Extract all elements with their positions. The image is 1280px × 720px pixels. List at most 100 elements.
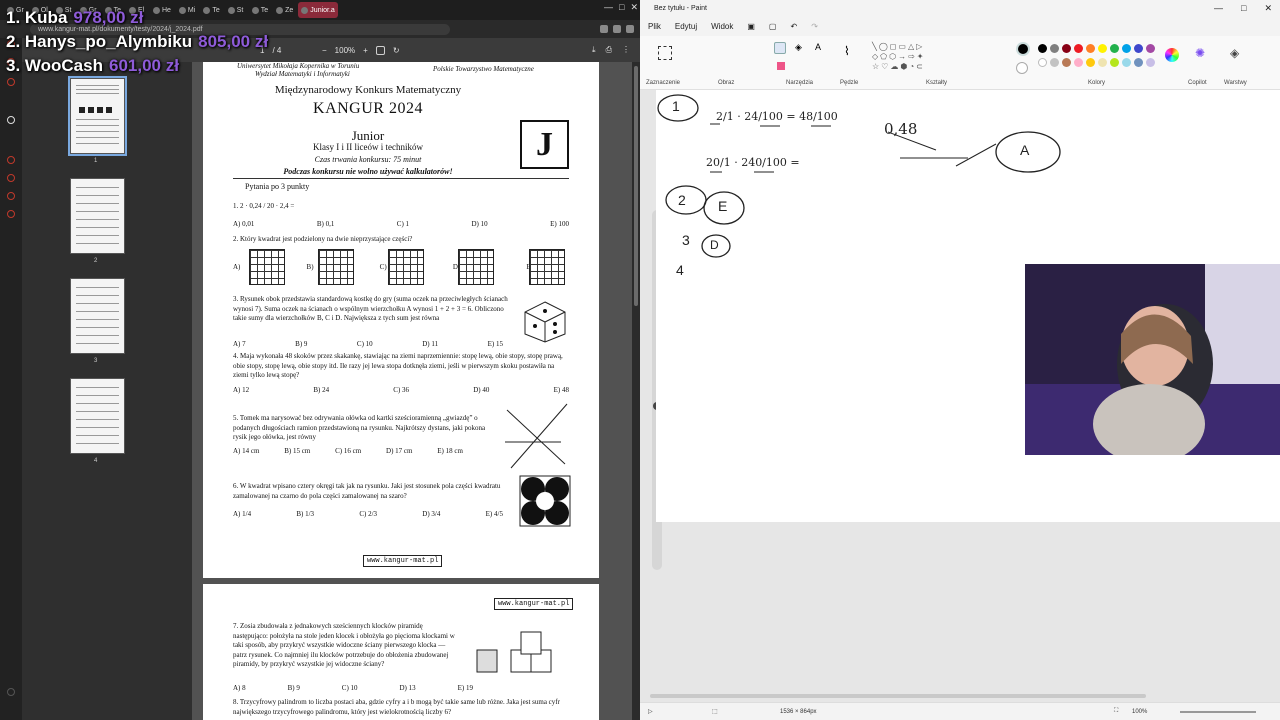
- answer-option: E) 4/5: [485, 510, 503, 518]
- palette-color-swatch[interactable]: [1122, 44, 1131, 53]
- menu-edit[interactable]: Edytuj: [675, 20, 697, 33]
- scroll-thumb[interactable]: [634, 66, 638, 306]
- group-label: Obraz: [718, 80, 735, 86]
- palette-color-swatch[interactable]: [1098, 44, 1107, 53]
- donor-name: 2. Hanys_po_Alymbiku: [6, 32, 193, 51]
- question-number: 4: [676, 262, 684, 278]
- close-button[interactable]: ✕: [1264, 3, 1272, 14]
- palette-color-swatch[interactable]: [1038, 44, 1047, 53]
- zoom-out-button[interactable]: −: [322, 46, 327, 55]
- secondary-color-swatch[interactable]: [1016, 62, 1028, 74]
- menu-view[interactable]: Widok: [711, 20, 733, 33]
- question-4: 4. Maja wykonała 48 skoków przez skakank…: [233, 352, 563, 379]
- fit-page-icon[interactable]: [375, 45, 385, 55]
- browser-tab[interactable]: Ze: [273, 2, 296, 18]
- palette-color-swatch[interactable]: [1110, 44, 1119, 53]
- profile-icon[interactable]: [626, 25, 634, 33]
- maximize-button[interactable]: □: [1241, 3, 1246, 14]
- edit-colors-icon[interactable]: [1165, 48, 1179, 62]
- zoom-in-button[interactable]: +: [363, 46, 368, 55]
- answers-7: A) 8 B) 9 C) 10 D) 13 E) 19: [233, 684, 473, 692]
- rail-icon[interactable]: [7, 192, 15, 200]
- selection-icon[interactable]: [658, 46, 672, 60]
- text-icon[interactable]: A: [815, 42, 821, 52]
- palette-color-swatch[interactable]: [1050, 58, 1059, 67]
- palette-color-swatch[interactable]: [1050, 44, 1059, 53]
- palette-color-swatch[interactable]: [1098, 58, 1107, 67]
- tab-favicon-icon: [301, 6, 309, 14]
- square-figure-c: [388, 249, 424, 285]
- maximize-button[interactable]: □: [619, 2, 624, 13]
- palette-color-swatch[interactable]: [1110, 58, 1119, 67]
- palette-color-swatch[interactable]: [1062, 58, 1071, 67]
- fit-window-icon[interactable]: ⛶: [1114, 708, 1118, 715]
- palette-color-swatch[interactable]: [1074, 58, 1083, 67]
- answer-option: C): [379, 263, 387, 271]
- shapes-gallery[interactable]: ╲◯◻▭△▷ ◇⬠⬡→⇨✦ ☆♡☁⬢◔⊂: [872, 42, 962, 74]
- pdf-scrollbar[interactable]: [632, 62, 640, 720]
- rail-icon[interactable]: [7, 210, 15, 218]
- menu-file[interactable]: Plik: [648, 20, 661, 33]
- thumbnail-label: 3: [94, 358, 98, 364]
- palette-color-swatch[interactable]: [1086, 44, 1095, 53]
- palette-color-swatch[interactable]: [1062, 44, 1071, 53]
- palette-color-swatch[interactable]: [1134, 44, 1143, 53]
- pdf-viewer[interactable]: Uniwersytet Mikołaja Kopernika w Toruniu…: [192, 62, 632, 720]
- thumbnail-page-3[interactable]: [70, 278, 125, 354]
- redo-icon[interactable]: ↷: [811, 22, 818, 31]
- image-tools[interactable]: [700, 44, 740, 72]
- rail-icon[interactable]: [7, 688, 15, 696]
- zoom-slider[interactable]: [1180, 711, 1256, 713]
- answer-option: D) 13: [399, 684, 416, 692]
- eraser-icon[interactable]: [777, 62, 785, 70]
- thumbnail-page-1[interactable]: [68, 76, 127, 156]
- group-label: Copilot: [1188, 80, 1207, 86]
- download-icon[interactable]: ⤓: [592, 45, 596, 55]
- star-icon[interactable]: [600, 25, 608, 33]
- palette-color-swatch[interactable]: [1146, 58, 1155, 67]
- brush-icon[interactable]: ⌇: [844, 44, 850, 58]
- layers-icon[interactable]: ◈: [1230, 46, 1239, 60]
- question-7: 7. Zosia zbudowała z jednakowych szeście…: [233, 622, 455, 668]
- answer-option: E) 15: [487, 340, 503, 348]
- leaderboard-row: 3. WooCash 601,00 zł: [6, 54, 268, 78]
- zoom-level-input[interactable]: 100%: [335, 46, 355, 55]
- rail-icon[interactable]: [7, 116, 15, 124]
- tab-favicon-icon: [276, 6, 284, 14]
- pencil-icon[interactable]: [774, 42, 786, 54]
- browser-tab[interactable]: Junior.a: [298, 2, 338, 18]
- close-button[interactable]: ✕: [630, 2, 638, 13]
- rotate-icon[interactable]: ↻: [393, 46, 400, 55]
- thumbnail-page-4[interactable]: [70, 378, 125, 454]
- palette-color-swatch[interactable]: [1074, 44, 1083, 53]
- paint-title-bar: Bez tytułu - Paint — □ ✕: [640, 0, 1280, 16]
- minimize-button[interactable]: —: [604, 2, 613, 13]
- copilot-icon[interactable]: ✺: [1195, 46, 1205, 60]
- answer-option: C) 10: [341, 684, 358, 692]
- palette-color-swatch[interactable]: [1122, 58, 1131, 67]
- address-bar-icons: [600, 25, 634, 33]
- save-icon[interactable]: ▣: [747, 22, 755, 31]
- zoom-value[interactable]: 100%: [1132, 709, 1147, 715]
- rail-icon[interactable]: [7, 78, 15, 86]
- minimize-button[interactable]: —: [1214, 3, 1223, 14]
- fill-icon[interactable]: ◈: [795, 42, 802, 53]
- thumbnail-page-2[interactable]: [70, 178, 125, 254]
- extensions-icon[interactable]: [613, 25, 621, 33]
- contest-name: KANGUR 2024: [313, 100, 423, 117]
- primary-color-swatch[interactable]: [1016, 42, 1030, 56]
- undo-icon[interactable]: ↶: [790, 22, 797, 31]
- square-figure-b: [318, 249, 354, 285]
- more-options-icon[interactable]: ⋮: [622, 45, 630, 55]
- rail-icon[interactable]: [7, 156, 15, 164]
- contest-title: Międzynarodowy Konkurs Matematyczny: [274, 84, 462, 96]
- answer-option: E) 19: [457, 684, 473, 692]
- open-icon[interactable]: ▢: [769, 22, 777, 31]
- rail-icon[interactable]: [7, 174, 15, 182]
- palette-color-swatch[interactable]: [1038, 58, 1047, 67]
- print-icon[interactable]: ⎙: [606, 45, 612, 55]
- horizontal-scrollbar[interactable]: [650, 694, 1146, 698]
- palette-color-swatch[interactable]: [1146, 44, 1155, 53]
- palette-color-swatch[interactable]: [1086, 58, 1095, 67]
- palette-color-swatch[interactable]: [1134, 58, 1143, 67]
